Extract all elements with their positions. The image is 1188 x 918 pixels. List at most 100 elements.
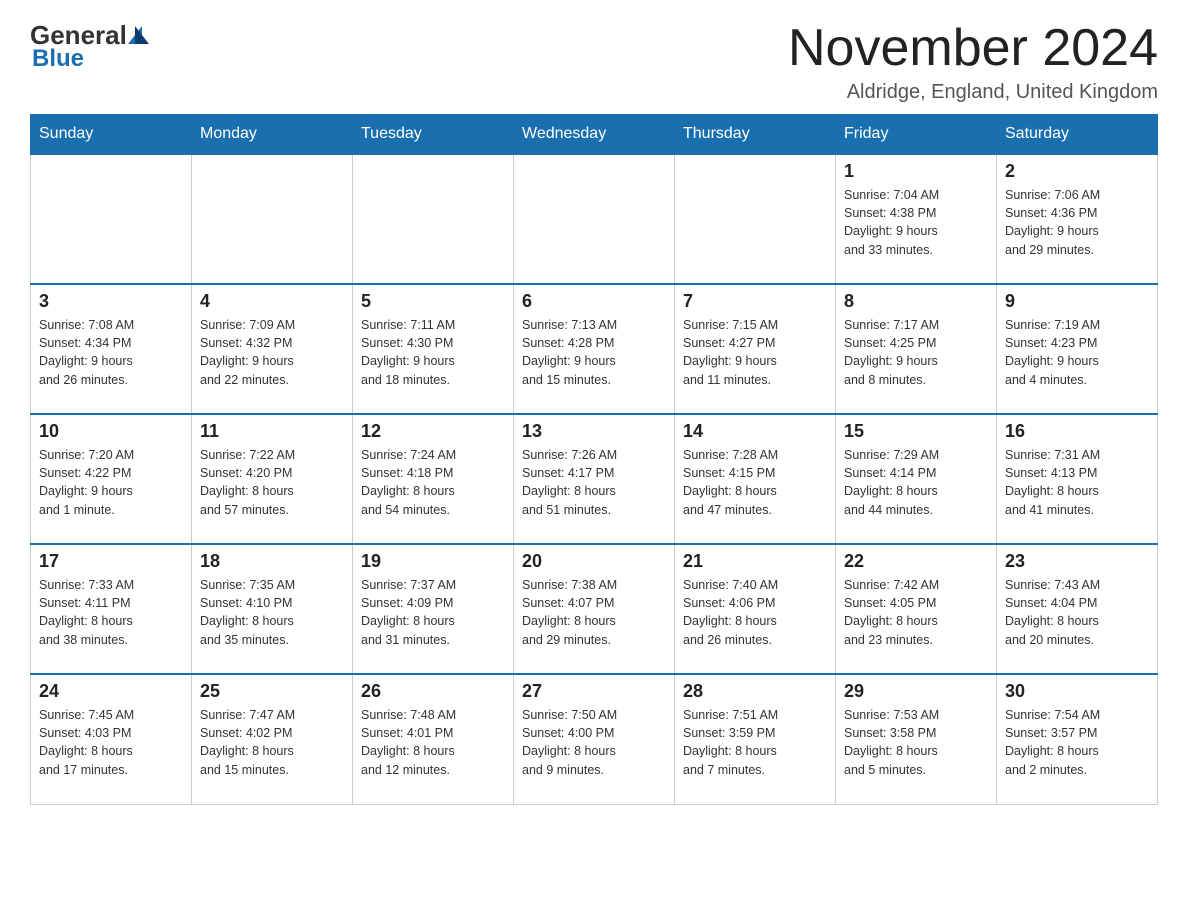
day-number: 20 bbox=[522, 551, 666, 572]
day-info: Sunrise: 7:33 AM Sunset: 4:11 PM Dayligh… bbox=[39, 576, 183, 649]
calendar-week-4: 17Sunrise: 7:33 AM Sunset: 4:11 PM Dayli… bbox=[31, 544, 1158, 674]
col-tuesday: Tuesday bbox=[353, 115, 514, 155]
day-number: 26 bbox=[361, 681, 505, 702]
day-info: Sunrise: 7:13 AM Sunset: 4:28 PM Dayligh… bbox=[522, 316, 666, 389]
day-info: Sunrise: 7:26 AM Sunset: 4:17 PM Dayligh… bbox=[522, 446, 666, 519]
calendar-cell: 2 Sunrise: 7:06 AM Sunset: 4:36 PM Daylig… bbox=[997, 154, 1158, 284]
calendar-cell: 4 Sunrise: 7:09 AM Sunset: 4:32 PM Daylig… bbox=[192, 284, 353, 414]
calendar-cell: 25Sunrise: 7:47 AM Sunset: 4:02 PM Dayli… bbox=[192, 674, 353, 804]
day-info: Sunrise: 7:20 AM Sunset: 4:22 PM Dayligh… bbox=[39, 446, 183, 519]
day-info: Sunrise: 7:35 AM Sunset: 4:10 PM Dayligh… bbox=[200, 576, 344, 649]
day-info: Sunrise: 7:19 AM Sunset: 4:23 PM Dayligh… bbox=[1005, 316, 1149, 389]
day-info: Sunrise: 7:47 AM Sunset: 4:02 PM Dayligh… bbox=[200, 706, 344, 779]
day-number: 14 bbox=[683, 421, 827, 442]
day-info: Sunrise: 7:22 AM Sunset: 4:20 PM Dayligh… bbox=[200, 446, 344, 519]
day-number: 4 bbox=[200, 291, 344, 312]
calendar-cell: 24 Sunrise: 7:45 AM Sunset: 4:03 PM Dayli… bbox=[31, 674, 192, 804]
day-info: Sunrise: 7:04 AM Sunset: 4:38 PM Dayligh… bbox=[844, 186, 988, 259]
day-number: 11 bbox=[200, 421, 344, 442]
calendar-cell: 17Sunrise: 7:33 AM Sunset: 4:11 PM Dayli… bbox=[31, 544, 192, 674]
day-info: Sunrise: 7:42 AM Sunset: 4:05 PM Dayligh… bbox=[844, 576, 988, 649]
title-section: November 2024 Aldridge, England, United … bbox=[788, 20, 1158, 104]
day-info: Sunrise: 7:15 AM Sunset: 4:27 PM Dayligh… bbox=[683, 316, 827, 389]
calendar-cell: 10 Sunrise: 7:20 AM Sunset: 4:22 PM Dayli… bbox=[31, 414, 192, 544]
calendar-header-row: Sunday Monday Tuesday Wednesday Thursday… bbox=[31, 115, 1158, 155]
col-saturday: Saturday bbox=[997, 115, 1158, 155]
day-info: Sunrise: 7:38 AM Sunset: 4:07 PM Dayligh… bbox=[522, 576, 666, 649]
col-friday: Friday bbox=[836, 115, 997, 155]
day-number: 13 bbox=[522, 421, 666, 442]
calendar-cell bbox=[353, 154, 514, 284]
calendar-cell: 21Sunrise: 7:40 AM Sunset: 4:06 PM Dayli… bbox=[675, 544, 836, 674]
day-number: 28 bbox=[683, 681, 827, 702]
calendar-week-2: 3Sunrise: 7:08 AM Sunset: 4:34 PM Daylig… bbox=[31, 284, 1158, 414]
calendar-cell bbox=[31, 154, 192, 284]
day-number: 9 bbox=[1005, 291, 1149, 312]
day-number: 19 bbox=[361, 551, 505, 572]
day-info: Sunrise: 7:06 AM Sunset: 4:36 PM Dayligh… bbox=[1005, 186, 1149, 259]
day-info: Sunrise: 7:17 AM Sunset: 4:25 PM Dayligh… bbox=[844, 316, 988, 389]
col-wednesday: Wednesday bbox=[514, 115, 675, 155]
location: Aldridge, England, United Kingdom bbox=[788, 81, 1158, 104]
col-sunday: Sunday bbox=[31, 115, 192, 155]
calendar-cell: 15Sunrise: 7:29 AM Sunset: 4:14 PM Dayli… bbox=[836, 414, 997, 544]
day-info: Sunrise: 7:43 AM Sunset: 4:04 PM Dayligh… bbox=[1005, 576, 1149, 649]
day-number: 12 bbox=[361, 421, 505, 442]
calendar-cell: 3Sunrise: 7:08 AM Sunset: 4:34 PM Daylig… bbox=[31, 284, 192, 414]
day-info: Sunrise: 7:54 AM Sunset: 3:57 PM Dayligh… bbox=[1005, 706, 1149, 779]
calendar-table: Sunday Monday Tuesday Wednesday Thursday… bbox=[30, 114, 1158, 805]
calendar-week-1: 1Sunrise: 7:04 AM Sunset: 4:38 PM Daylig… bbox=[31, 154, 1158, 284]
day-info: Sunrise: 7:11 AM Sunset: 4:30 PM Dayligh… bbox=[361, 316, 505, 389]
day-number: 10 bbox=[39, 421, 183, 442]
calendar-cell: 22 Sunrise: 7:42 AM Sunset: 4:05 PM Dayli… bbox=[836, 544, 997, 674]
day-number: 8 bbox=[844, 291, 988, 312]
day-info: Sunrise: 7:48 AM Sunset: 4:01 PM Dayligh… bbox=[361, 706, 505, 779]
calendar-cell: 20 Sunrise: 7:38 AM Sunset: 4:07 PM Dayli… bbox=[514, 544, 675, 674]
col-monday: Monday bbox=[192, 115, 353, 155]
day-info: Sunrise: 7:45 AM Sunset: 4:03 PM Dayligh… bbox=[39, 706, 183, 779]
calendar-cell: 26 Sunrise: 7:48 AM Sunset: 4:01 PM Dayli… bbox=[353, 674, 514, 804]
month-title: November 2024 bbox=[788, 20, 1158, 77]
day-number: 15 bbox=[844, 421, 988, 442]
day-number: 5 bbox=[361, 291, 505, 312]
calendar-cell bbox=[192, 154, 353, 284]
day-number: 24 bbox=[39, 681, 183, 702]
calendar-week-5: 24 Sunrise: 7:45 AM Sunset: 4:03 PM Dayli… bbox=[31, 674, 1158, 804]
day-number: 16 bbox=[1005, 421, 1149, 442]
col-thursday: Thursday bbox=[675, 115, 836, 155]
day-info: Sunrise: 7:09 AM Sunset: 4:32 PM Dayligh… bbox=[200, 316, 344, 389]
day-info: Sunrise: 7:53 AM Sunset: 3:58 PM Dayligh… bbox=[844, 706, 988, 779]
calendar-cell: 19 Sunrise: 7:37 AM Sunset: 4:09 PM Dayli… bbox=[353, 544, 514, 674]
calendar-cell: 27 Sunrise: 7:50 AM Sunset: 4:00 PM Dayli… bbox=[514, 674, 675, 804]
logo: General Blue bbox=[30, 20, 149, 73]
calendar-cell: 6 Sunrise: 7:13 AM Sunset: 4:28 PM Daylig… bbox=[514, 284, 675, 414]
day-info: Sunrise: 7:37 AM Sunset: 4:09 PM Dayligh… bbox=[361, 576, 505, 649]
calendar-week-3: 10 Sunrise: 7:20 AM Sunset: 4:22 PM Dayli… bbox=[31, 414, 1158, 544]
day-number: 18 bbox=[200, 551, 344, 572]
calendar-cell: 30 Sunrise: 7:54 AM Sunset: 3:57 PM Dayli… bbox=[997, 674, 1158, 804]
logo-arrow-dark bbox=[135, 26, 149, 44]
day-info: Sunrise: 7:50 AM Sunset: 4:00 PM Dayligh… bbox=[522, 706, 666, 779]
day-number: 22 bbox=[844, 551, 988, 572]
calendar-cell: 18 Sunrise: 7:35 AM Sunset: 4:10 PM Dayli… bbox=[192, 544, 353, 674]
day-number: 6 bbox=[522, 291, 666, 312]
calendar-cell: 12Sunrise: 7:24 AM Sunset: 4:18 PM Dayli… bbox=[353, 414, 514, 544]
day-number: 3 bbox=[39, 291, 183, 312]
day-number: 29 bbox=[844, 681, 988, 702]
day-info: Sunrise: 7:31 AM Sunset: 4:13 PM Dayligh… bbox=[1005, 446, 1149, 519]
calendar-cell: 23Sunrise: 7:43 AM Sunset: 4:04 PM Dayli… bbox=[997, 544, 1158, 674]
logo-blue: Blue bbox=[32, 45, 84, 73]
page-header: General Blue November 2024 Aldridge, Eng… bbox=[30, 20, 1158, 104]
day-info: Sunrise: 7:51 AM Sunset: 3:59 PM Dayligh… bbox=[683, 706, 827, 779]
day-number: 7 bbox=[683, 291, 827, 312]
calendar-cell: 11 Sunrise: 7:22 AM Sunset: 4:20 PM Dayli… bbox=[192, 414, 353, 544]
calendar-cell: 9 Sunrise: 7:19 AM Sunset: 4:23 PM Daylig… bbox=[997, 284, 1158, 414]
day-number: 27 bbox=[522, 681, 666, 702]
calendar-cell: 29 Sunrise: 7:53 AM Sunset: 3:58 PM Dayli… bbox=[836, 674, 997, 804]
calendar-cell bbox=[675, 154, 836, 284]
day-number: 30 bbox=[1005, 681, 1149, 702]
calendar-cell: 28 Sunrise: 7:51 AM Sunset: 3:59 PM Dayli… bbox=[675, 674, 836, 804]
day-number: 2 bbox=[1005, 161, 1149, 182]
calendar-cell: 1Sunrise: 7:04 AM Sunset: 4:38 PM Daylig… bbox=[836, 154, 997, 284]
calendar-cell: 14Sunrise: 7:28 AM Sunset: 4:15 PM Dayli… bbox=[675, 414, 836, 544]
